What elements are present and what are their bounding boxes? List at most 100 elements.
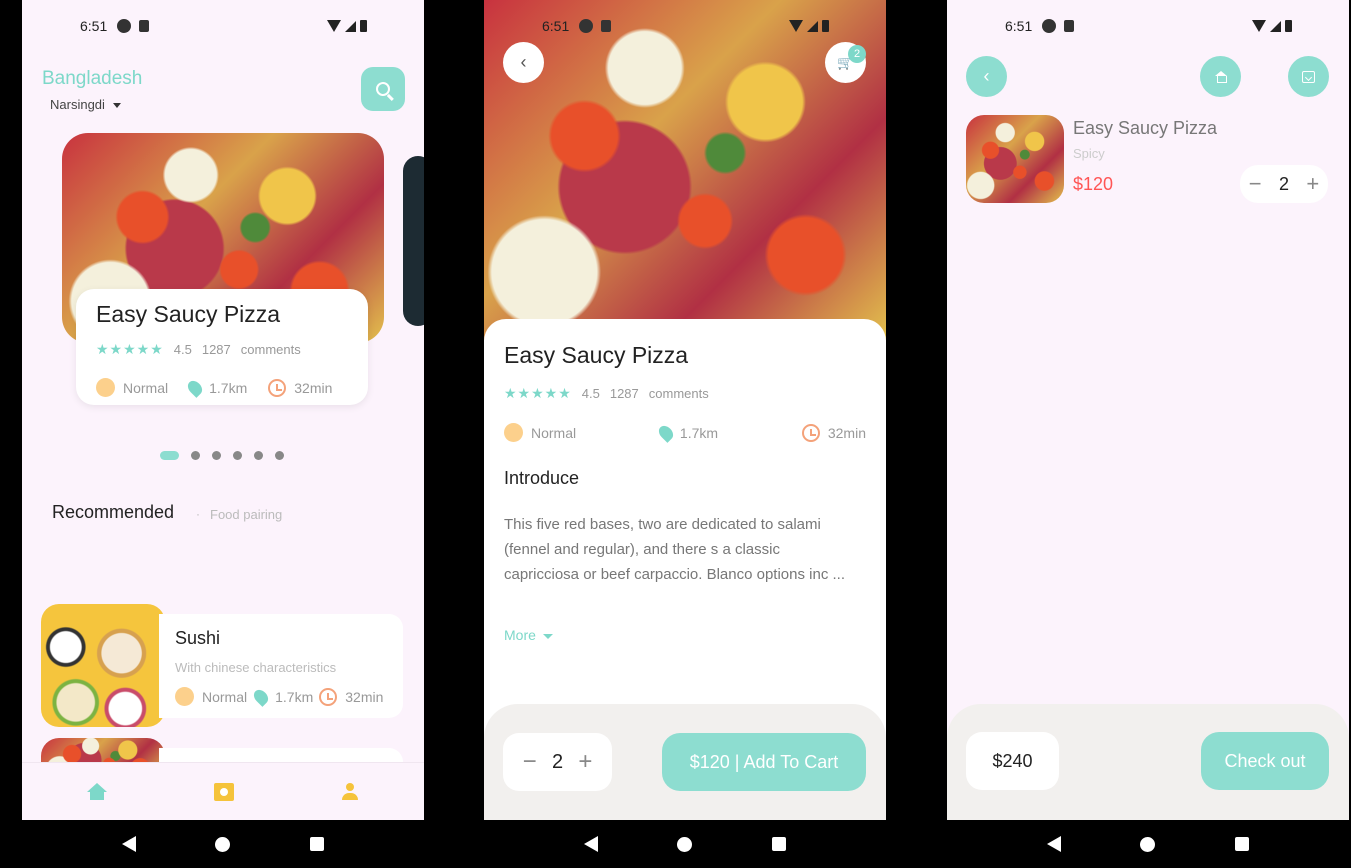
food-title: Easy Saucy Pizza — [504, 342, 689, 368]
location-pin-icon — [185, 377, 206, 398]
nav-recents-icon[interactable] — [310, 837, 325, 851]
more-toggle[interactable]: More — [504, 627, 553, 643]
cart-screen-phone: 6:51 ‹ Easy Saucy Pizza Spicy $120 − 2 + — [947, 0, 1349, 868]
signal-icon — [807, 20, 818, 32]
comments-label: comments — [648, 386, 709, 401]
bottom-tab-bar — [22, 762, 424, 820]
carousel-dot-active[interactable] — [160, 451, 179, 460]
level-label: Normal — [123, 379, 169, 396]
introduce-heading: Introduce — [504, 468, 580, 488]
clock-icon — [801, 423, 820, 442]
cart-count-badge: 2 — [848, 45, 866, 63]
cart-screen: 6:51 ‹ Easy Saucy Pizza Spicy $120 − 2 + — [947, 0, 1349, 820]
cart-item-quantity-stepper: − 2 + — [1240, 165, 1328, 203]
cart-item-flavor: Spicy — [1073, 146, 1105, 161]
increment-button[interactable]: + — [1306, 171, 1319, 197]
add-to-cart-button[interactable]: $120 | Add To Cart — [662, 733, 866, 791]
home-button[interactable] — [1200, 56, 1241, 97]
back-button[interactable]: ‹ — [503, 42, 544, 83]
battery-icon — [1285, 20, 1292, 32]
carousel-dot[interactable] — [191, 451, 200, 460]
comments-count: 1287 — [201, 342, 231, 357]
search-button[interactable] — [361, 67, 405, 111]
status-time: 6:51 — [80, 18, 108, 34]
time-label: 32min — [345, 688, 384, 705]
location-pin-icon — [656, 422, 676, 443]
signal-icon — [1270, 20, 1281, 32]
time-label: 32min — [294, 379, 333, 396]
comments-count: 1287 — [609, 386, 639, 401]
status-notification-icon — [579, 19, 594, 33]
featured-food-title: Easy Saucy Pizza — [96, 301, 281, 327]
location-city-label: Narsingdi — [50, 97, 105, 112]
cart-item-name: Easy Saucy Pizza — [1073, 118, 1218, 138]
nav-back-icon[interactable] — [121, 836, 136, 852]
time-label: 32min — [827, 424, 866, 441]
next-featured-card-peek[interactable] — [403, 156, 424, 326]
wifi-icon — [789, 20, 803, 32]
home-screen: 6:51 Bangladesh Narsingdi Easy Saucy Piz… — [22, 0, 424, 820]
featured-food-card[interactable]: Easy Saucy Pizza ★★★★★ 4.5 1287 comments… — [76, 289, 368, 405]
battery-icon — [360, 20, 367, 32]
signal-icon — [345, 20, 356, 32]
nav-back-icon[interactable] — [583, 836, 598, 852]
nav-recents-icon[interactable] — [1235, 837, 1250, 851]
status-bar: 6:51 — [22, 0, 424, 52]
carousel-dot[interactable] — [212, 451, 221, 460]
level-dot-icon — [96, 378, 115, 397]
carousel-dot[interactable] — [233, 451, 242, 460]
archive-button[interactable] — [1288, 56, 1329, 97]
tags-row: Normal 1.7km 32min — [504, 422, 866, 443]
recommended-heading: Recommended — [52, 502, 175, 522]
recommended-item-name: Sushi — [175, 628, 221, 648]
status-time: 6:51 — [1005, 18, 1033, 34]
decrement-button[interactable]: − — [1249, 171, 1262, 197]
recommended-item-desc: With chinese characteristics — [175, 660, 337, 675]
carousel-dot[interactable] — [275, 451, 284, 460]
home-screen-phone: 6:51 Bangladesh Narsingdi Easy Saucy Piz… — [22, 0, 424, 868]
home-icon — [1214, 71, 1227, 83]
carousel-dot[interactable] — [254, 451, 263, 460]
recommended-separator: · — [196, 507, 200, 521]
home-tab-icon[interactable] — [87, 782, 108, 801]
time-tag: 32min — [801, 423, 866, 442]
featured-tags-row: Normal 1.7km 32min — [96, 377, 333, 398]
quantity-value: 2 — [1278, 173, 1289, 194]
recommended-item-image — [41, 604, 165, 727]
nav-recents-icon[interactable] — [772, 837, 787, 851]
decrement-button[interactable]: − — [523, 748, 537, 776]
location-city-selector[interactable]: Narsingdi — [50, 97, 121, 112]
nav-home-icon[interactable] — [677, 836, 693, 852]
system-nav-bar — [22, 820, 424, 868]
rating-row: ★★★★★ 4.5 1287 comments — [504, 385, 719, 402]
carousel-indicator — [160, 451, 284, 460]
cart-item-price: $120 — [1073, 174, 1114, 194]
distance-tag: 1.7km — [656, 422, 719, 443]
orders-tab-icon[interactable] — [213, 782, 234, 801]
rating-value: 4.5 — [581, 386, 600, 401]
back-button[interactable]: ‹ — [966, 56, 1007, 97]
search-icon — [376, 82, 390, 96]
chevron-down-icon — [542, 633, 553, 639]
nav-home-icon[interactable] — [215, 836, 231, 852]
more-label: More — [504, 627, 536, 643]
distance-label: 1.7km — [679, 424, 719, 441]
status-notification-icon — [117, 19, 132, 33]
checkout-button[interactable]: Check out — [1201, 732, 1329, 790]
distance-label: 1.7km — [275, 688, 314, 705]
level-label: Normal — [202, 688, 248, 705]
checkout-bar: $240 Check out — [947, 704, 1349, 820]
wifi-icon — [1252, 20, 1266, 32]
status-sd-icon — [601, 20, 612, 32]
profile-tab-icon[interactable] — [341, 782, 359, 801]
add-to-cart-bar: − 2 + $120 | Add To Cart — [484, 704, 886, 820]
recommended-item-tags: Normal 1.7km 32min — [175, 686, 384, 707]
nav-home-icon[interactable] — [1140, 836, 1156, 852]
rating-stars-icon: ★★★★★ — [96, 341, 164, 357]
nav-back-icon[interactable] — [1046, 836, 1061, 852]
increment-button[interactable]: + — [578, 748, 592, 776]
rating-stars-icon: ★★★★★ — [504, 385, 572, 401]
status-bar: 6:51 — [947, 0, 1349, 52]
archive-icon — [1302, 70, 1315, 83]
recommended-list-item[interactable]: Sushi With chinese characteristics Norma… — [41, 604, 403, 727]
